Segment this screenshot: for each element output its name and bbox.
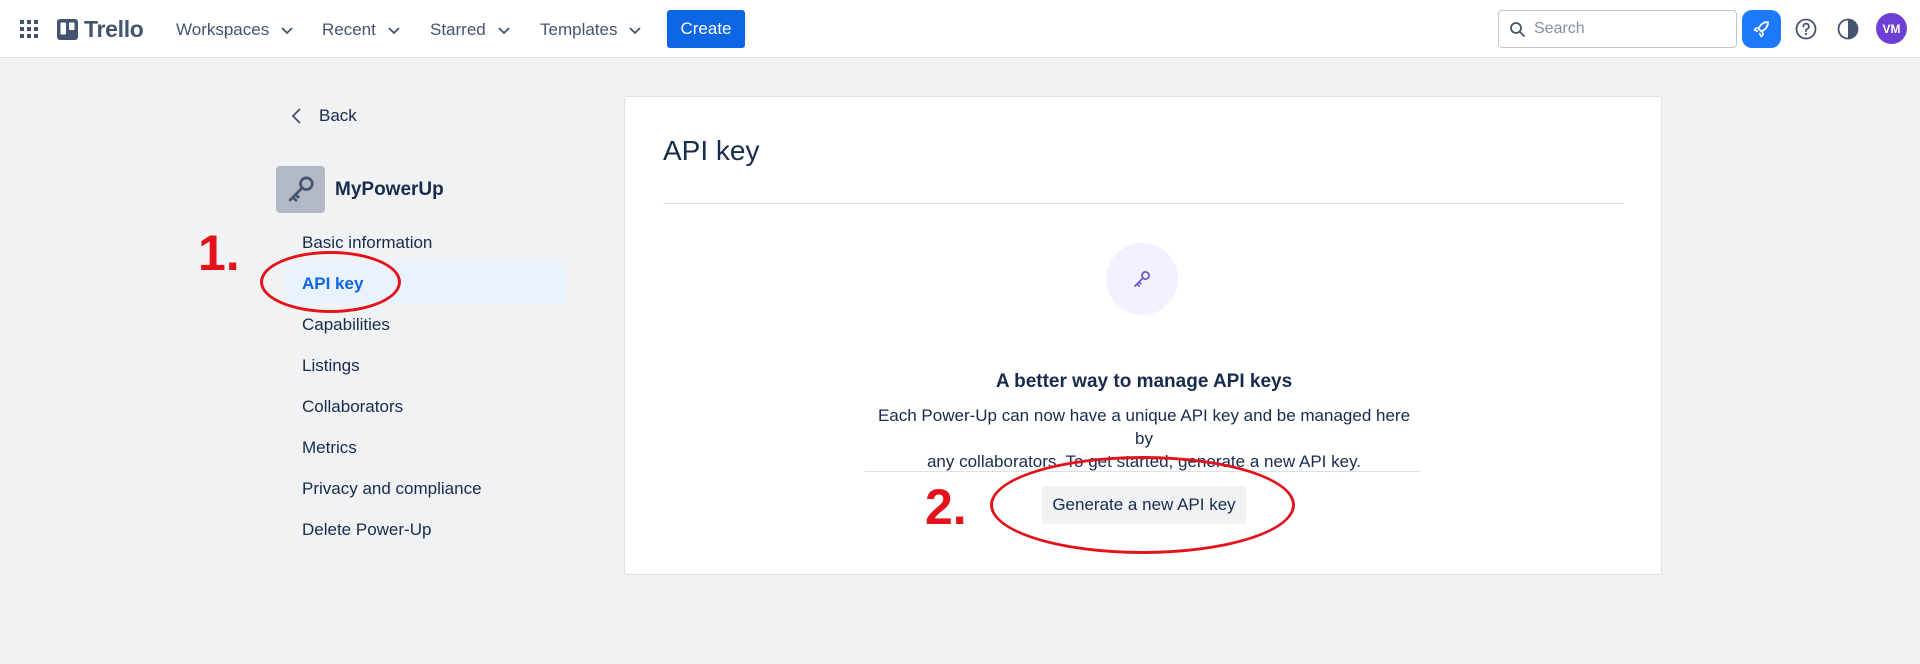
sidebar-item-metrics[interactable]: Metrics (286, 427, 566, 468)
chevron-down-icon (498, 27, 510, 35)
annotation-circle-generate (990, 456, 1295, 554)
powerup-header: MyPowerUp (276, 166, 444, 213)
nav-label: Templates (540, 20, 618, 39)
sidebar-item-delete-power-up[interactable]: Delete Power-Up (286, 509, 566, 550)
trello-board-icon (57, 18, 78, 40)
chevron-down-icon (629, 27, 642, 35)
annotation-step-2: 2. (925, 479, 967, 535)
sidebar-item-privacy-and-compliance[interactable]: Privacy and compliance (286, 468, 566, 509)
powerup-name: MyPowerUp (335, 178, 444, 200)
rocket-icon (1753, 21, 1769, 38)
nav-starred[interactable]: Starred (430, 15, 512, 45)
trello-logo[interactable]: Trello (57, 14, 144, 44)
nav-workspaces[interactable]: Workspaces (176, 15, 295, 45)
power-ups-button[interactable] (1742, 10, 1781, 48)
nav-templates[interactable]: Templates (540, 15, 643, 45)
top-navigation-bar: Trello Workspaces Recent Starred Templat… (0, 0, 1920, 58)
search-box[interactable] (1498, 10, 1737, 48)
avatar[interactable]: VM (1876, 13, 1907, 44)
key-icon (276, 166, 325, 213)
chevron-down-icon (281, 27, 293, 35)
chevron-down-icon (388, 27, 400, 35)
create-button[interactable]: Create (667, 10, 745, 48)
contrast-icon (1837, 18, 1859, 40)
back-link[interactable]: Back (290, 106, 357, 126)
sidebar-item-collaborators[interactable]: Collaborators (286, 386, 566, 427)
sidebar-item-listings[interactable]: Listings (286, 345, 566, 386)
nav-label: Recent (322, 20, 376, 39)
search-icon (1510, 21, 1526, 37)
back-label: Back (319, 106, 357, 125)
help-icon (1795, 18, 1817, 40)
nav-recent[interactable]: Recent (322, 15, 402, 45)
nav-label: Workspaces (176, 20, 270, 39)
nav-label: Starred (430, 20, 486, 39)
brand-name: Trello (84, 15, 144, 42)
app-switcher-icon[interactable] (18, 18, 40, 40)
page-title: API key (663, 135, 760, 166)
theme-toggle-button[interactable] (1835, 16, 1861, 42)
divider (663, 203, 1624, 204)
empty-state-heading: A better way to manage API keys (995, 371, 1293, 392)
chevron-left-icon (291, 108, 301, 124)
help-button[interactable] (1793, 16, 1819, 42)
annotation-circle-api-key (260, 251, 401, 313)
key-icon (1106, 243, 1178, 315)
annotation-step-1: 1. (198, 225, 240, 281)
search-input[interactable] (1534, 20, 1724, 38)
description-line: Each Power-Up can now have a unique API … (877, 406, 1411, 448)
